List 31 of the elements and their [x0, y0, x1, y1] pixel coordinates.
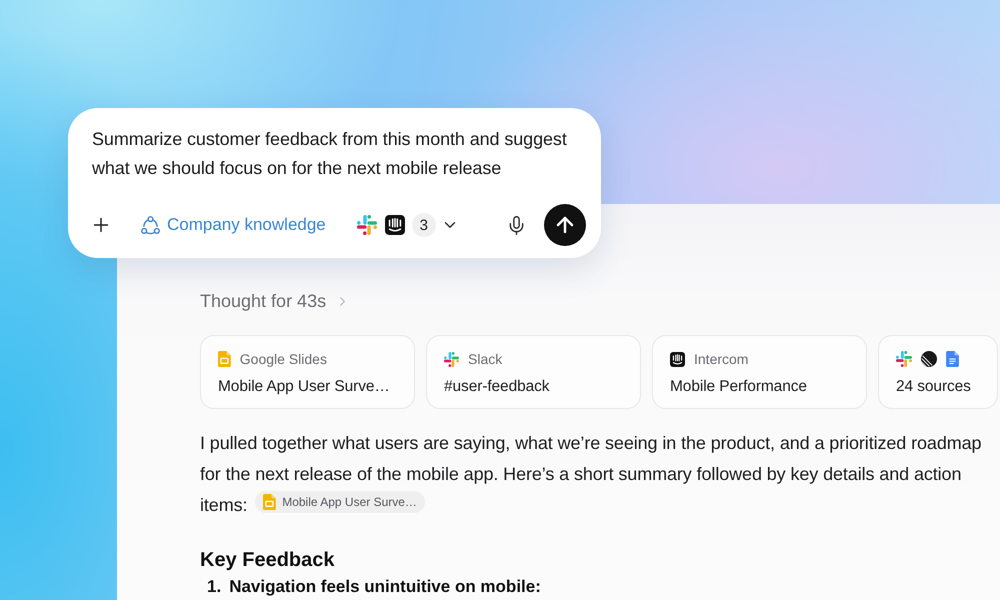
source-card[interactable]: Slack #user-feedback	[426, 335, 641, 409]
source-card[interactable]: Google Slides Mobile App User Surve…	[200, 335, 415, 409]
section-heading: Key Feedback	[200, 548, 335, 573]
source-app-name: Google Slides	[240, 351, 327, 367]
document-icon	[946, 351, 959, 367]
slides-icon	[218, 351, 231, 367]
list-number: 1.	[207, 577, 222, 597]
intercom-icon	[384, 215, 405, 235]
intercom-icon	[670, 352, 685, 366]
slack-icon	[356, 215, 377, 235]
source-card[interactable]: Intercom Mobile Performance	[652, 335, 867, 409]
sources-card[interactable]: 24 sources	[878, 335, 998, 409]
source-title: Mobile Performance	[670, 377, 808, 397]
source-count: 24 sources	[896, 377, 972, 397]
prompt-input[interactable]: Summarize customer feedback from this month and suggest what we should focus on for the next mobile release	[92, 125, 586, 183]
source-title: #user-feedback	[444, 377, 550, 397]
slides-icon	[263, 494, 276, 510]
count-badge: 3	[412, 213, 436, 237]
thought-toggle[interactable]: Thought for 43s	[200, 289, 350, 313]
source-title: Mobile App User Surve…	[218, 377, 391, 397]
striped-circle-icon	[921, 351, 937, 367]
source-app-name: Intercom	[694, 351, 748, 367]
company-knowledge-button[interactable]: Company knowledge	[141, 215, 326, 235]
send-button[interactable]	[544, 204, 586, 246]
slack-icon	[444, 352, 459, 366]
list-item-text: Navigation feels unintuitive on mobile:	[229, 577, 541, 597]
citation-chip[interactable]: Mobile App User Surve…	[255, 491, 425, 513]
network-icon	[141, 216, 160, 234]
source-app-name: Slack	[468, 351, 502, 367]
response-paragraph: I pulled together what users are saying, what we’re seeing in the product, and a prioritized roadmap for the next release of the mobile app. Here’s a short summary followed by key details and action items: Mobile App User Surve…	[200, 432, 982, 517]
slack-icon	[896, 351, 912, 367]
